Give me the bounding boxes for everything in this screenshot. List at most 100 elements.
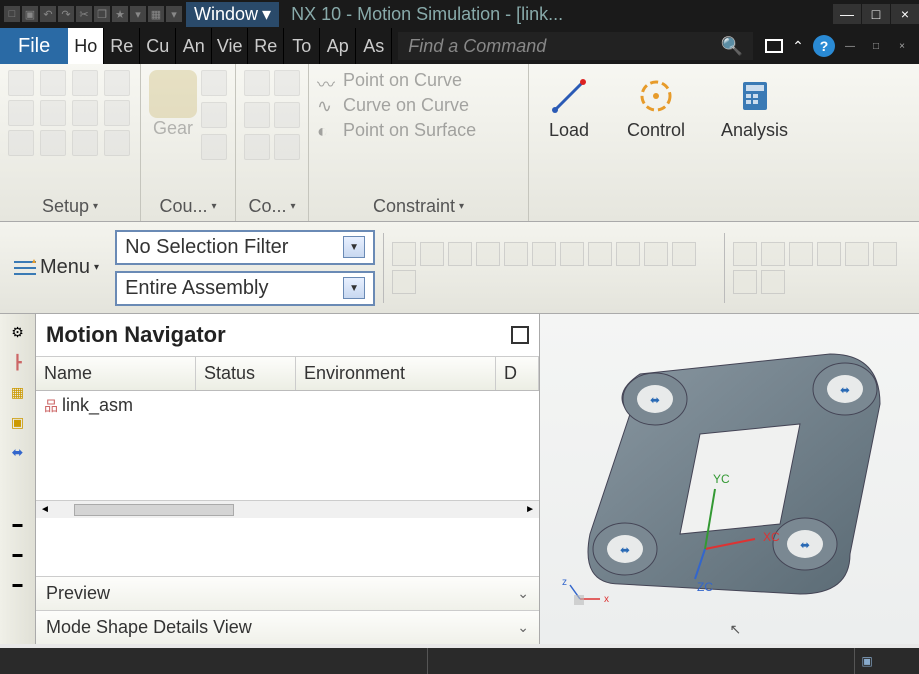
horizontal-scrollbar[interactable]: ◄ ► <box>36 500 539 518</box>
setup-icon[interactable] <box>40 130 66 156</box>
close-button[interactable]: × <box>891 4 919 24</box>
qa-icon[interactable]: ▣ <box>22 6 38 22</box>
connector-icon[interactable] <box>244 134 270 160</box>
tab-results[interactable]: Re <box>104 28 140 64</box>
control-button[interactable]: Control <box>617 70 695 145</box>
doc-close-icon[interactable]: × <box>891 35 913 57</box>
connector-icon[interactable] <box>244 102 270 128</box>
rail-icon[interactable]: ▬ <box>4 510 32 538</box>
setup-icon[interactable] <box>104 130 130 156</box>
menu-button[interactable]: Menu ▾ <box>6 250 107 285</box>
qa-icon[interactable]: ❐ <box>94 6 110 22</box>
chevron-down-icon[interactable]: ▾ <box>290 201 295 212</box>
col-environment[interactable]: Environment <box>296 357 496 390</box>
tab-tools[interactable]: To <box>284 28 320 64</box>
setup-icon[interactable] <box>40 70 66 96</box>
chevron-down-icon[interactable]: ▾ <box>459 201 464 212</box>
toolbar-icon[interactable] <box>733 270 757 294</box>
point-on-surface-button[interactable]: ◐Point on Surface <box>317 120 476 141</box>
rail-icon[interactable]: ▬ <box>4 570 32 598</box>
window-dropdown[interactable]: Window ▾ <box>186 2 279 27</box>
toolbar-icon[interactable] <box>392 270 416 294</box>
rail-icon[interactable]: ▬ <box>4 540 32 568</box>
rail-motion-nav-icon[interactable]: ⬌ <box>4 438 32 466</box>
col-d[interactable]: D <box>496 357 539 390</box>
toolbar-icon[interactable] <box>448 242 472 266</box>
connector-icon[interactable] <box>244 70 270 96</box>
col-status[interactable]: Status <box>196 357 296 390</box>
chevron-down-icon[interactable]: ▾ <box>93 201 98 212</box>
qa-icon[interactable]: ★ <box>112 6 128 22</box>
tab-assemblies[interactable]: As <box>356 28 392 64</box>
toolbar-icon[interactable] <box>873 242 897 266</box>
setup-icon[interactable] <box>8 70 34 96</box>
setup-icon[interactable] <box>8 130 34 156</box>
scroll-thumb[interactable] <box>74 504 234 516</box>
setup-icon[interactable] <box>40 100 66 126</box>
qa-icon[interactable]: ▾ <box>130 6 146 22</box>
collapse-ribbon-icon[interactable]: ⌃ <box>787 35 809 57</box>
tab-render[interactable]: Re <box>248 28 284 64</box>
col-name[interactable]: Name <box>36 357 196 390</box>
toolbar-icon[interactable] <box>672 242 696 266</box>
couple-icon[interactable] <box>201 134 227 160</box>
toolbar-icon[interactable] <box>588 242 612 266</box>
toolbar-icon[interactable] <box>560 242 584 266</box>
analysis-button[interactable]: Analysis <box>711 70 798 145</box>
toolbar-icon[interactable] <box>761 242 785 266</box>
fullscreen-icon[interactable] <box>765 39 783 53</box>
pin-icon[interactable] <box>511 326 529 344</box>
toolbar-icon[interactable] <box>420 242 444 266</box>
toolbar-icon[interactable] <box>476 242 500 266</box>
setup-icon[interactable] <box>72 70 98 96</box>
minimize-button[interactable]: — <box>833 4 861 24</box>
setup-icon[interactable] <box>72 100 98 126</box>
setup-icon[interactable] <box>72 130 98 156</box>
tab-curve[interactable]: Cu <box>140 28 176 64</box>
gear-button[interactable]: Gear <box>149 70 197 139</box>
3d-viewport[interactable]: ⬌ ⬌ ⬌ ⬌ XC YC ZC x z ↖ <box>540 314 919 644</box>
tab-home[interactable]: Ho <box>68 28 104 64</box>
toolbar-icon[interactable] <box>504 242 528 266</box>
scroll-left-icon[interactable]: ◄ <box>36 504 54 515</box>
toolbar-icon[interactable] <box>817 242 841 266</box>
tab-view[interactable]: Vie <box>212 28 248 64</box>
toolbar-icon[interactable] <box>532 242 556 266</box>
connector-icon[interactable] <box>274 134 300 160</box>
rail-assembly-nav-icon[interactable]: ▦ <box>4 378 32 406</box>
qa-icon[interactable]: ▾ <box>166 6 182 22</box>
toolbar-icon[interactable] <box>761 270 785 294</box>
connector-icon[interactable] <box>274 70 300 96</box>
couple-icon[interactable] <box>201 102 227 128</box>
toolbar-icon[interactable] <box>845 242 869 266</box>
curve-on-curve-button[interactable]: ∿Curve on Curve <box>317 95 476 116</box>
help-icon[interactable]: ? <box>813 35 835 57</box>
tab-analysis[interactable]: An <box>176 28 212 64</box>
toolbar-icon[interactable] <box>644 242 668 266</box>
toolbar-icon[interactable] <box>616 242 640 266</box>
qa-icon[interactable]: ▦ <box>148 6 164 22</box>
maximize-button[interactable]: □ <box>862 4 890 24</box>
doc-max-icon[interactable]: □ <box>865 35 887 57</box>
rail-settings-icon[interactable]: ⚙ <box>4 318 32 346</box>
toolbar-icon[interactable] <box>733 242 757 266</box>
tab-application[interactable]: Ap <box>320 28 356 64</box>
scroll-right-icon[interactable]: ► <box>521 504 539 515</box>
qa-icon[interactable]: ↶ <box>40 6 56 22</box>
rail-constraint-nav-icon[interactable]: ▣ <box>4 408 32 436</box>
file-menu[interactable]: File <box>0 28 68 64</box>
connector-icon[interactable] <box>274 102 300 128</box>
status-icon[interactable]: ▣ <box>855 649 879 673</box>
point-on-curve-button[interactable]: 〰Point on Curve <box>317 70 476 91</box>
preview-panel[interactable]: Preview ⌄ <box>36 576 539 610</box>
setup-icon[interactable] <box>8 100 34 126</box>
chevron-down-icon[interactable]: ▾ <box>212 201 217 212</box>
doc-min-icon[interactable]: — <box>839 35 861 57</box>
setup-icon[interactable] <box>104 70 130 96</box>
command-search[interactable]: Find a Command 🔍 <box>398 32 753 60</box>
toolbar-icon[interactable] <box>789 242 813 266</box>
table-row[interactable]: 品 link_asm <box>36 391 539 420</box>
rail-part-nav-icon[interactable]: ┣ <box>4 348 32 376</box>
mode-shape-panel[interactable]: Mode Shape Details View ⌄ <box>36 610 539 644</box>
couple-icon[interactable] <box>201 70 227 96</box>
